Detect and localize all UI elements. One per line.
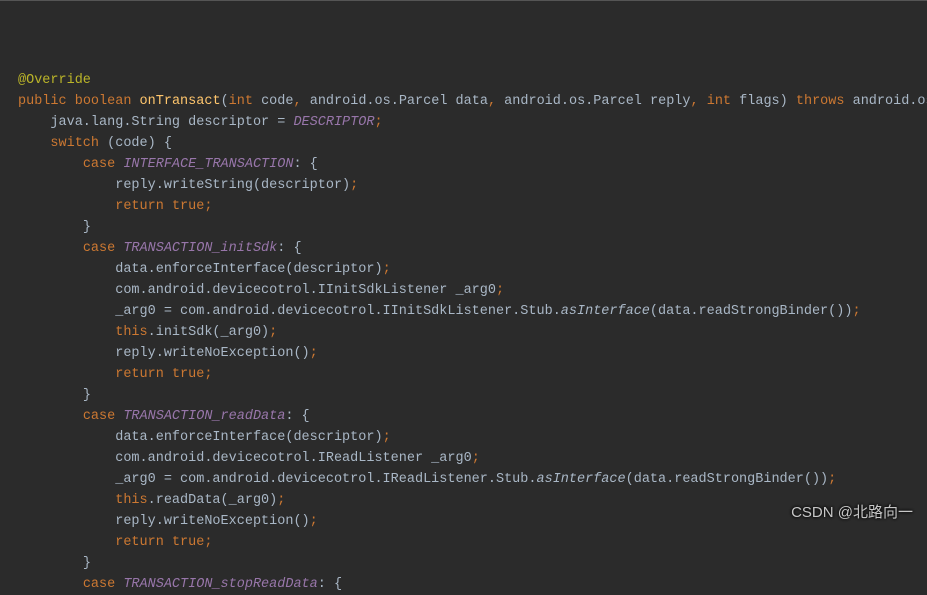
comma: , <box>488 94 496 109</box>
semi: ; <box>204 367 212 382</box>
throws-type: android.os. <box>853 94 927 109</box>
const-interface-trans: INTERFACE_TRANSACTION <box>123 157 293 172</box>
kw-true: true <box>172 367 204 382</box>
enforce-interface: data.enforceInterface(descriptor) <box>115 262 382 277</box>
semi: ; <box>383 262 391 277</box>
semi: ; <box>496 283 504 298</box>
write-no-exception: reply.writeNoException() <box>115 514 309 529</box>
kw-switch: switch <box>50 136 99 151</box>
write-no-exception: reply.writeNoException() <box>115 346 309 361</box>
kw-case: case <box>83 241 115 256</box>
switch-expr: (code) { <box>99 136 172 151</box>
semi: ; <box>310 346 318 361</box>
kw-int: int <box>707 94 731 109</box>
kw-this: this <box>115 493 147 508</box>
readdata-call: .readData(_arg0) <box>148 493 278 508</box>
semi: ; <box>374 115 382 130</box>
initsdk-assign-pre: _arg0 = com.android.devicecotrol.IInitSd… <box>115 304 561 319</box>
const-trans-initsdk: TRANSACTION_initSdk <box>123 241 277 256</box>
read-listener-decl: com.android.devicecotrol.IReadListener _… <box>115 451 471 466</box>
param-parcel-reply: android.os.Parcel reply <box>504 94 690 109</box>
initsdk-call: .initSdk(_arg0) <box>148 325 270 340</box>
semi: ; <box>828 472 836 487</box>
comma: , <box>691 94 699 109</box>
param-flags: flags <box>731 94 780 109</box>
kw-return: return <box>115 367 164 382</box>
case-open: : { <box>293 157 317 172</box>
semi: ; <box>204 535 212 550</box>
semi: ; <box>350 178 358 193</box>
param-code: code <box>253 94 294 109</box>
kw-case: case <box>83 577 115 592</box>
initsdk-listener-decl: com.android.devicecotrol.IInitSdkListene… <box>115 283 496 298</box>
const-trans-readdata: TRANSACTION_readData <box>123 409 285 424</box>
as-interface: asInterface <box>537 472 626 487</box>
kw-return: return <box>115 535 164 550</box>
case-open: : { <box>318 577 342 592</box>
initsdk-assign-post: (data.readStrongBinder()) <box>650 304 853 319</box>
close-brace: } <box>83 556 91 571</box>
case-open: : { <box>277 241 301 256</box>
kw-return: return <box>115 199 164 214</box>
kw-this: this <box>115 325 147 340</box>
kw-case: case <box>83 409 115 424</box>
paren-close: ) <box>780 94 788 109</box>
read-assign-post: (data.readStrongBinder()) <box>626 472 829 487</box>
watermark-text: CSDN @北路向一 <box>791 502 913 523</box>
kw-public: public <box>18 94 67 109</box>
semi: ; <box>383 430 391 445</box>
semi: ; <box>277 493 285 508</box>
semi: ; <box>472 451 480 466</box>
case-open: : { <box>285 409 309 424</box>
const-trans-stopread: TRANSACTION_stopReadData <box>123 577 317 592</box>
comma: , <box>294 94 302 109</box>
const-descriptor: DESCRIPTOR <box>293 115 374 130</box>
close-brace: } <box>83 388 91 403</box>
semi: ; <box>204 199 212 214</box>
kw-true: true <box>172 199 204 214</box>
as-interface: asInterface <box>561 304 650 319</box>
param-parcel-data: android.os.Parcel data <box>310 94 488 109</box>
semi: ; <box>310 514 318 529</box>
kw-boolean: boolean <box>75 94 132 109</box>
kw-case: case <box>83 157 115 172</box>
editor-top-border <box>0 0 927 1</box>
kw-true: true <box>172 535 204 550</box>
descriptor-decl: java.lang.String descriptor = <box>50 115 293 130</box>
annotation-override: @Override <box>18 73 91 88</box>
read-assign-pre: _arg0 = com.android.devicecotrol.IReadLi… <box>115 472 536 487</box>
enforce-interface: data.enforceInterface(descriptor) <box>115 430 382 445</box>
reply-write-string: reply.writeString(descriptor) <box>115 178 350 193</box>
paren-open: ( <box>221 94 229 109</box>
kw-throws: throws <box>796 94 845 109</box>
close-brace: } <box>83 220 91 235</box>
semi: ; <box>269 325 277 340</box>
kw-int: int <box>229 94 253 109</box>
method-name: onTransact <box>140 94 221 109</box>
semi: ; <box>852 304 860 319</box>
